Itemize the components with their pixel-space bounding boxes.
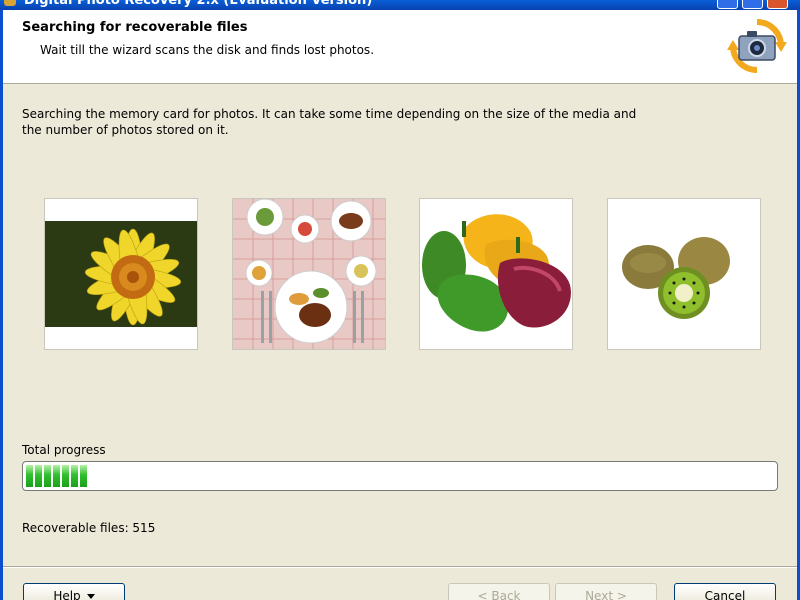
close-button[interactable] bbox=[767, 0, 788, 9]
wizard-header: Searching for recoverable files Wait til… bbox=[3, 10, 797, 84]
progress-segment bbox=[71, 465, 78, 487]
app-icon bbox=[4, 0, 16, 6]
progress-segment bbox=[26, 465, 33, 487]
title-bar: Digital Photo Recovery 2.x (Evaluation V… bbox=[0, 0, 800, 10]
thumbnail-flower bbox=[44, 198, 198, 350]
progress-segment bbox=[80, 465, 87, 487]
help-button-label: Help bbox=[53, 589, 81, 600]
progress-segment bbox=[35, 465, 42, 487]
thumbnail-peppers bbox=[419, 198, 573, 350]
recoverable-files-count: Recoverable files: 515 bbox=[22, 521, 156, 535]
page-subtitle: Wait till the wizard scans the disk and … bbox=[40, 43, 375, 57]
total-progress-bar bbox=[22, 461, 778, 491]
chevron-down-icon bbox=[86, 594, 95, 599]
progress-fill bbox=[26, 465, 774, 487]
footer-divider bbox=[3, 566, 797, 568]
window-frame-left bbox=[0, 10, 3, 600]
scan-description: Searching the memory card for photos. It… bbox=[22, 107, 637, 137]
minimize-button[interactable] bbox=[717, 0, 738, 9]
back-button[interactable]: < Back bbox=[448, 583, 550, 600]
help-button[interactable]: Help bbox=[23, 583, 125, 600]
thumbnail-dinner bbox=[232, 198, 386, 350]
progress-segment bbox=[53, 465, 60, 487]
page-title: Searching for recoverable files bbox=[22, 20, 248, 35]
thumbnail-kiwis bbox=[607, 198, 761, 350]
progress-label: Total progress bbox=[22, 443, 106, 457]
maximize-button[interactable] bbox=[742, 0, 763, 9]
progress-segment bbox=[44, 465, 51, 487]
next-button[interactable]: Next > bbox=[555, 583, 657, 600]
progress-segment bbox=[62, 465, 69, 487]
window-title: Digital Photo Recovery 2.x (Evaluation V… bbox=[24, 0, 373, 8]
cancel-button[interactable]: Cancel bbox=[674, 583, 776, 600]
camera-recovery-icon bbox=[727, 19, 787, 73]
